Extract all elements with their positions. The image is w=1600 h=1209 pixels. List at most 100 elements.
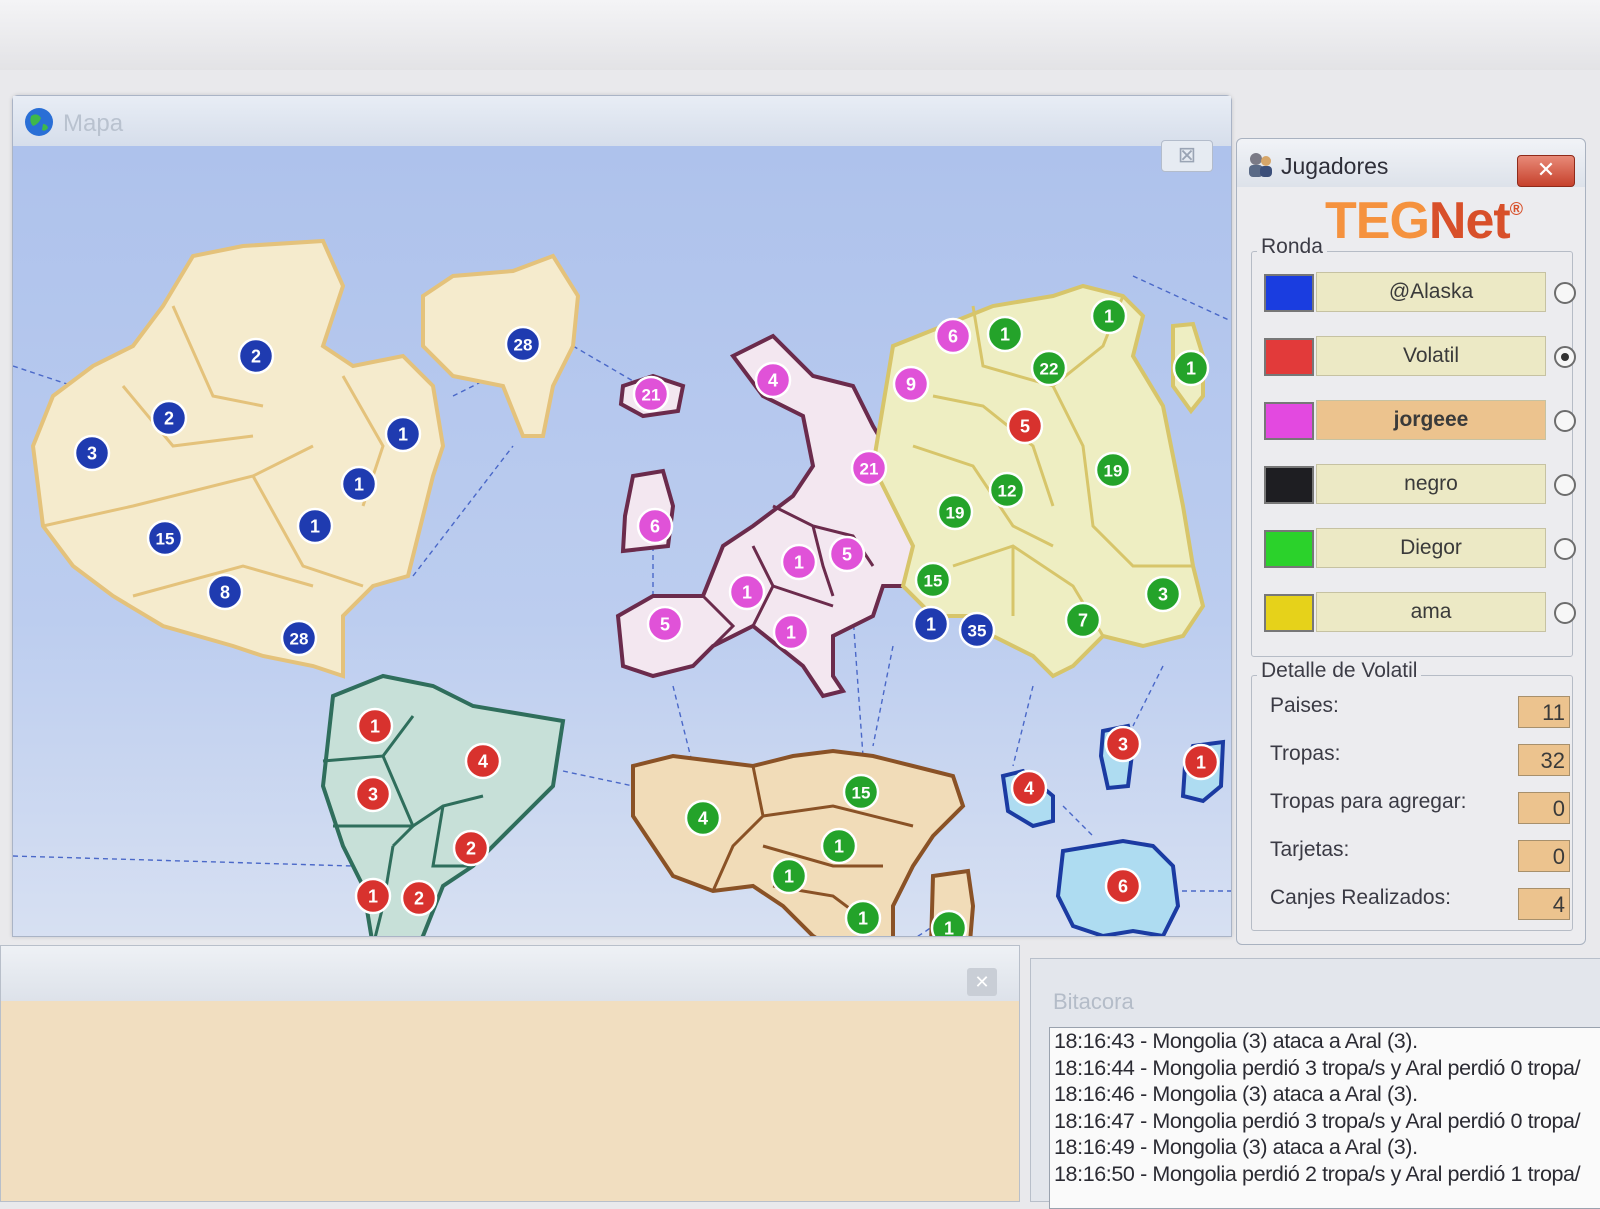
map-titlebar[interactable]: Mapa [13, 96, 1231, 146]
troop-marker[interactable]: 21 [850, 449, 888, 487]
troop-marker[interactable]: 1 [772, 613, 810, 651]
log-line: 18:16:46 - Mongolia (3) ataca a Aral (3)… [1054, 1082, 1418, 1106]
troop-marker[interactable]: 4 [464, 742, 502, 780]
troop-marker[interactable]: 4 [1010, 769, 1048, 807]
globe-icon [25, 108, 53, 136]
troop-marker[interactable]: 5 [1006, 407, 1044, 445]
troop-count: 1 [398, 425, 408, 445]
players-close-button[interactable]: ✕ [1517, 155, 1575, 187]
troop-marker[interactable]: 1 [384, 415, 422, 453]
troop-marker[interactable]: 4 [684, 799, 722, 837]
troop-count: 3 [87, 444, 97, 464]
troop-marker[interactable]: 3 [354, 775, 392, 813]
player-turn-radio[interactable] [1554, 538, 1576, 560]
players-icon [1249, 153, 1272, 177]
troop-marker[interactable]: 6 [1104, 867, 1142, 905]
player-color-swatch [1264, 338, 1314, 376]
player-turn-radio[interactable] [1554, 474, 1576, 496]
troop-marker[interactable]: 1 [912, 605, 950, 643]
map-close-button[interactable]: ⊠ [1161, 140, 1213, 172]
troop-marker[interactable]: 5 [828, 535, 866, 573]
troop-marker[interactable]: 8 [206, 573, 244, 611]
troop-marker[interactable]: 2 [400, 879, 438, 917]
troop-count: 1 [794, 553, 804, 573]
troop-count: 1 [944, 919, 954, 937]
troop-marker[interactable]: 1 [728, 573, 766, 611]
troop-marker[interactable]: 1 [356, 707, 394, 745]
troop-marker[interactable]: 5 [646, 605, 684, 643]
troop-marker[interactable]: 19 [936, 493, 974, 531]
troop-marker[interactable]: 1 [1172, 349, 1210, 387]
player-row: @Alaska [1264, 270, 1576, 316]
player-row: jorgeee [1264, 398, 1576, 444]
troop-count: 12 [998, 482, 1017, 501]
player-turn-radio[interactable] [1554, 410, 1576, 432]
troop-marker[interactable]: 28 [504, 325, 542, 363]
troop-marker[interactable]: 1 [820, 827, 858, 865]
player-color-swatch [1264, 274, 1314, 312]
troop-marker[interactable]: 7 [1064, 601, 1102, 639]
troop-marker[interactable]: 4 [754, 361, 792, 399]
troop-marker[interactable]: 12 [988, 471, 1026, 509]
player-turn-radio[interactable] [1554, 602, 1576, 624]
troop-count: 28 [290, 630, 309, 649]
troop-marker[interactable]: 21 [632, 375, 670, 413]
troop-marker[interactable]: 1 [296, 507, 334, 545]
troop-marker[interactable]: 19 [1094, 451, 1132, 489]
troop-marker[interactable]: 3 [1104, 725, 1142, 763]
troop-count: 21 [860, 460, 879, 479]
troop-marker[interactable]: 1 [1090, 297, 1128, 335]
troop-marker[interactable]: 15 [146, 519, 184, 557]
troop-marker[interactable]: 1 [1182, 743, 1220, 781]
player-name: negro [1316, 464, 1546, 504]
troop-marker[interactable]: 15 [842, 773, 880, 811]
troop-count: 2 [466, 839, 476, 859]
troop-marker[interactable]: 3 [1144, 575, 1182, 613]
stat-label-tropas-agregar: Tropas para agregar: [1270, 790, 1467, 813]
troop-count: 6 [650, 517, 660, 537]
troop-marker[interactable]: 1 [986, 315, 1024, 353]
troop-count: 1 [926, 615, 936, 635]
troop-marker[interactable]: 6 [636, 507, 674, 545]
troop-marker[interactable]: 2 [237, 337, 275, 375]
troop-marker[interactable]: 1 [340, 465, 378, 503]
troop-count: 4 [768, 371, 778, 391]
troop-count: 2 [414, 889, 424, 909]
troop-count: 1 [1000, 325, 1010, 345]
troop-count: 15 [852, 784, 871, 803]
troop-count: 1 [784, 867, 794, 887]
bitacora-log[interactable]: 18:16:43 - Mongolia (3) ataca a Aral (3)… [1049, 1027, 1600, 1209]
troop-count: 5 [1020, 417, 1030, 437]
troop-marker[interactable]: 1 [770, 857, 808, 895]
troop-count: 5 [842, 545, 852, 565]
troop-marker[interactable]: 1 [930, 909, 968, 937]
troop-marker[interactable]: 2 [452, 829, 490, 867]
troop-marker[interactable]: 28 [280, 619, 318, 657]
player-name: ama [1316, 592, 1546, 632]
troop-marker[interactable]: 3 [73, 434, 111, 472]
troop-marker[interactable]: 9 [892, 365, 930, 403]
player-turn-radio[interactable] [1554, 282, 1576, 304]
ronda-groupbox: @Alaska Volatil jorgeee negro Diegor ama [1251, 251, 1576, 657]
troop-marker[interactable]: 22 [1030, 349, 1068, 387]
troop-marker[interactable]: 2 [150, 399, 188, 437]
troop-marker[interactable]: 1 [844, 899, 882, 936]
troop-count: 1 [354, 475, 364, 495]
world-map: 228231115182814321 22142161 515 1691122 1519… [13, 146, 1231, 936]
troop-marker[interactable]: 15 [914, 561, 952, 599]
players-titlebar[interactable]: Jugadores ✕ [1237, 139, 1585, 187]
troop-count: 3 [1118, 735, 1128, 755]
close-icon: ⊠ [1177, 142, 1197, 167]
stat-value-tropas-agregar: 0 [1518, 792, 1570, 824]
stat-value-canjes: 4 [1518, 888, 1570, 920]
troop-marker[interactable]: 6 [934, 317, 972, 355]
chat-titlebar[interactable]: ✕ [1, 946, 1019, 1001]
chat-close-button[interactable]: ✕ [967, 968, 997, 996]
ronda-label: Ronda [1257, 235, 1327, 259]
troop-count: 1 [742, 583, 752, 603]
troop-marker[interactable]: 1 [780, 543, 818, 581]
troop-marker[interactable]: 35 [958, 611, 996, 649]
player-turn-radio[interactable] [1554, 346, 1576, 368]
troop-marker[interactable]: 1 [354, 877, 392, 915]
troop-count: 1 [1196, 753, 1206, 773]
